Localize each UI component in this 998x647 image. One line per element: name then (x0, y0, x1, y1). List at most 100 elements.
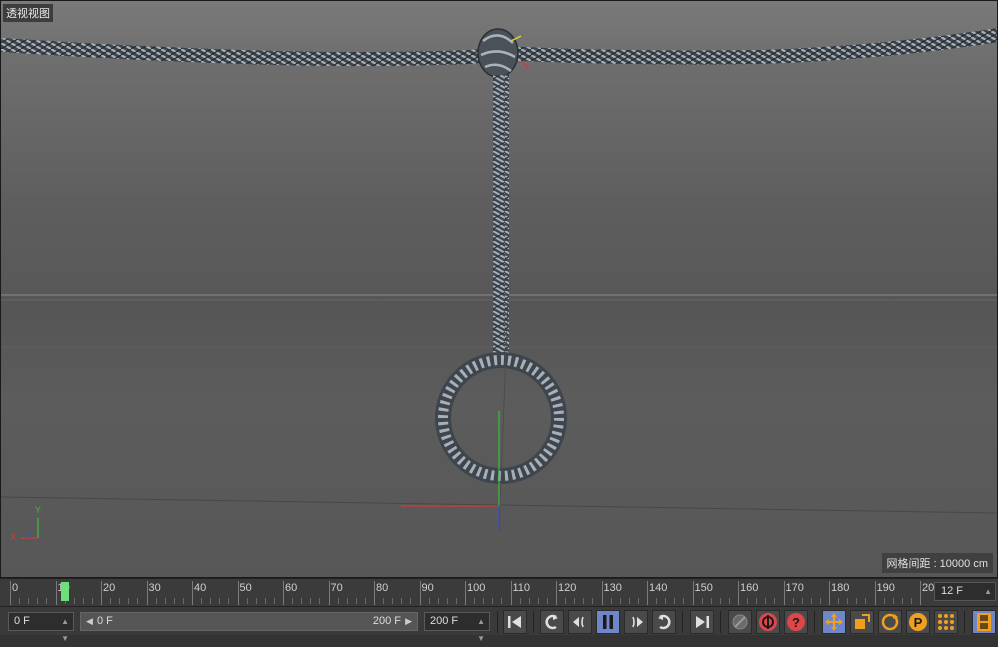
timeline-subtick (638, 598, 639, 604)
timeline-subtick (28, 598, 29, 604)
rotate-tool-button[interactable] (878, 610, 902, 634)
timeline-subtick (793, 598, 794, 604)
timeline-subtick (656, 598, 657, 604)
timeline-subtick (665, 598, 666, 604)
timeline-subtick (247, 598, 248, 604)
timeline-subtick (74, 598, 75, 604)
keyframe-disabled-icon (731, 613, 749, 631)
timeline-subtick (483, 598, 484, 604)
timeline-subtick (529, 598, 530, 604)
timeline-tick-line (602, 581, 603, 605)
end-frame-spinner-icon[interactable]: ▲▼ (477, 613, 485, 647)
timeline-subtick (110, 598, 111, 604)
timeline-subtick (683, 598, 684, 604)
range-right-arrow-icon[interactable]: ▶ (405, 613, 412, 630)
timeline-subtick (256, 598, 257, 604)
timeline-subtick (183, 598, 184, 604)
timeline-subtick (620, 598, 621, 604)
timeline-tick-label: 90 (422, 582, 434, 594)
record-keys-icon (758, 612, 778, 632)
timeline-subtick (410, 598, 411, 604)
start-frame-spinner-icon[interactable]: ▲▼ (61, 613, 69, 647)
timeline-tick-line (647, 581, 648, 605)
timeline-subtick (492, 598, 493, 604)
step-forward-button[interactable] (624, 610, 648, 634)
points-mode-button[interactable] (934, 610, 958, 634)
timeline-tick-line (738, 581, 739, 605)
timeline-subtick (401, 598, 402, 604)
timeline-subtick (720, 598, 721, 604)
timeline-subtick (902, 598, 903, 604)
timeline-subtick (838, 598, 839, 604)
timeline-subtick (265, 598, 266, 604)
next-key-button[interactable] (652, 610, 676, 634)
timeline-subtick (702, 598, 703, 604)
timeline-tick-label: 70 (331, 582, 343, 594)
timeline-tick-label: 100 (467, 582, 485, 594)
timeline-tick-label: 60 (285, 582, 297, 594)
timeline-subtick (911, 598, 912, 604)
timeline-subtick (729, 598, 730, 604)
timeline-subtick (802, 598, 803, 604)
step-back-button[interactable] (568, 610, 592, 634)
step-forward-icon (627, 615, 645, 629)
pause-button[interactable] (596, 610, 620, 634)
timeline-subtick (92, 598, 93, 604)
fps-field[interactable]: 12 F ▲▼ (934, 582, 996, 601)
go-to-end-button[interactable] (690, 610, 714, 634)
previous-key-button[interactable] (540, 610, 564, 634)
view-name-label[interactable]: 透视视图 (3, 4, 53, 22)
timeline-subtick (356, 598, 357, 604)
timeline-subtick (893, 598, 894, 604)
move-tool-button[interactable] (822, 610, 846, 634)
end-frame-field[interactable]: 200 F ▲▼ (424, 612, 490, 631)
timeline-subtick (338, 598, 339, 604)
perspective-viewport[interactable]: 透视视图 网格间距 : 10000 cm Y X Z (0, 0, 998, 578)
timeline-subtick (474, 598, 475, 604)
preview-range-slider[interactable]: ◀ 0 F 200 F ▶ (80, 612, 418, 631)
timeline-subtick (174, 598, 175, 604)
timeline-tick-label: 50 (240, 582, 252, 594)
timeline-tick-label: 160 (740, 582, 758, 594)
step-back-icon (571, 615, 589, 629)
timeline-subtick (884, 598, 885, 604)
timeline-subtick (274, 598, 275, 604)
scale-tool-button[interactable] (850, 610, 874, 634)
record-keys-button[interactable] (756, 610, 780, 634)
svg-text:?: ? (792, 615, 800, 630)
timeline-subtick (711, 598, 712, 604)
hanging-rope (493, 75, 509, 355)
timeline-tick-label: 140 (649, 582, 667, 594)
help-button[interactable]: ? (784, 610, 808, 634)
timeline-subtick (847, 598, 848, 604)
film-strip-button[interactable] (972, 610, 996, 634)
start-frame-field[interactable]: 0 F ▲▼ (8, 612, 74, 631)
timeline-subtick (611, 598, 612, 604)
timeline-tick-line (56, 581, 57, 605)
frame-ruler[interactable]: 0102030405060708090100110120130140150160… (10, 579, 928, 606)
move-icon (824, 612, 844, 632)
end-frame-value: 200 F (430, 615, 458, 627)
timeline-subtick (19, 598, 20, 604)
range-left-arrow-icon[interactable]: ◀ (86, 613, 93, 630)
timeline-playhead[interactable] (61, 582, 69, 601)
timeline-subtick (747, 598, 748, 604)
timeline-subtick (228, 598, 229, 604)
go-to-start-button[interactable] (503, 610, 527, 634)
timeline-subtick (429, 598, 430, 604)
svg-text:P: P (914, 615, 923, 630)
timeline-subtick (456, 598, 457, 604)
start-frame-value: 0 F (14, 615, 30, 627)
timeline-subtick (137, 598, 138, 604)
timeline-subtick (501, 598, 502, 604)
parameter-button[interactable]: P (906, 610, 930, 634)
timeline-tick-label: 150 (695, 582, 713, 594)
timeline-subtick (201, 598, 202, 604)
keyframe-toggle-button[interactable] (728, 610, 752, 634)
timeline-ruler[interactable]: 0102030405060708090100110120130140150160… (0, 578, 998, 606)
timeline-tick-line (147, 581, 148, 605)
timeline-subtick (128, 598, 129, 604)
timeline-subtick (856, 598, 857, 604)
timeline-tick-line (556, 581, 557, 605)
skip-to-start-icon (507, 615, 523, 629)
